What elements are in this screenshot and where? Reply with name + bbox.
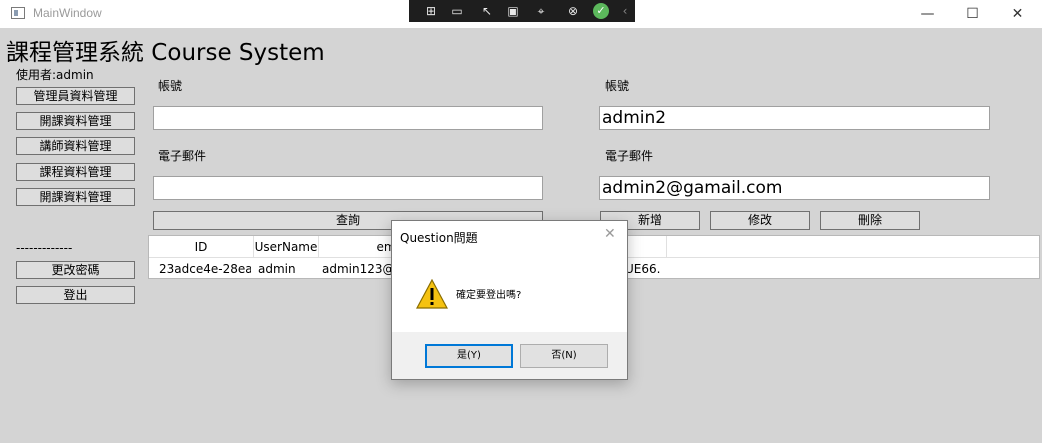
close-icon[interactable]: ✕ <box>995 0 1040 28</box>
sidebar-separator: ------------- <box>16 241 73 255</box>
search-account-label: 帳號 <box>158 79 183 93</box>
logout-confirm-dialog: Question問題 ✕ 確定要登出嗎? 是(Y) 否(N) <box>391 220 628 380</box>
current-user-label: 使用者:admin <box>16 68 94 82</box>
logout-button[interactable]: 登出 <box>16 286 135 304</box>
dialog-message: 確定要登出嗎? <box>456 290 522 301</box>
dialog-close-icon[interactable]: ✕ <box>604 226 616 242</box>
search-email-label: 電子郵件 <box>158 149 207 163</box>
window-title: MainWindow <box>33 6 102 20</box>
change-password-button[interactable]: 更改密碼 <box>16 261 135 279</box>
dialog-yes-button[interactable]: 是(Y) <box>425 344 513 368</box>
app-window-icon <box>11 7 25 19</box>
delete-button[interactable]: 刪除 <box>820 211 920 230</box>
track-focus-icon[interactable]: ⌖ <box>533 3 549 19</box>
debug-toolbar: ⊞ ▭ ↖ ▣ ⌖ ⊗ ✓ ‹ <box>409 0 635 22</box>
dialog-title: Question問題 <box>400 231 478 245</box>
search-account-input[interactable] <box>153 106 543 130</box>
sidebar-course-offering-button[interactable]: 開課資料管理 <box>16 112 135 130</box>
select-element-icon[interactable]: ↖ <box>479 3 495 19</box>
sidebar-instructor-data-button[interactable]: 講師資料管理 <box>16 137 135 155</box>
search-email-input[interactable] <box>153 176 543 200</box>
sidebar-course-data-button[interactable]: 課程資料管理 <box>16 163 135 181</box>
live-tree-icon[interactable]: ⊞ <box>423 3 439 19</box>
sidebar-course-offering-button-2[interactable]: 開課資料管理 <box>16 188 135 206</box>
cell-username[interactable]: admin <box>258 260 318 280</box>
dialog-button-bar: 是(Y) 否(N) <box>392 332 627 379</box>
warning-icon <box>416 279 448 309</box>
cell-email[interactable]: admin123@ <box>322 260 392 280</box>
check-ok-icon[interactable]: ✓ <box>593 3 609 19</box>
layout-adorner-icon[interactable]: ▣ <box>505 3 521 19</box>
binding-icon[interactable]: ⊗ <box>565 3 581 19</box>
cell-extra[interactable]: UE66. <box>625 260 665 280</box>
edit-account-label: 帳號 <box>605 79 630 93</box>
column-header-username[interactable]: UserName <box>254 236 319 258</box>
edit-email-input[interactable]: admin2@gamail.com <box>599 176 990 200</box>
cell-id[interactable]: 23adce4e-28ea <box>159 260 251 280</box>
edit-email-label: 電子郵件 <box>605 149 654 163</box>
column-header-id[interactable]: ID <box>149 236 254 258</box>
video-icon[interactable]: ▭ <box>449 3 465 19</box>
edit-account-input[interactable]: admin2 <box>599 106 990 130</box>
dialog-no-button[interactable]: 否(N) <box>520 344 608 368</box>
window-titlebar: MainWindow ⊞ ▭ ↖ ▣ ⌖ ⊗ ✓ ‹ — ☐ ✕ <box>0 0 1042 28</box>
page-title: 課程管理系統 Course System <box>6 40 325 66</box>
sidebar-admin-data-button[interactable]: 管理員資料管理 <box>16 87 135 105</box>
maximize-icon[interactable]: ☐ <box>950 0 995 28</box>
modify-button[interactable]: 修改 <box>710 211 810 230</box>
collapse-icon[interactable]: ‹ <box>617 3 633 19</box>
minimize-icon[interactable]: — <box>905 0 950 28</box>
